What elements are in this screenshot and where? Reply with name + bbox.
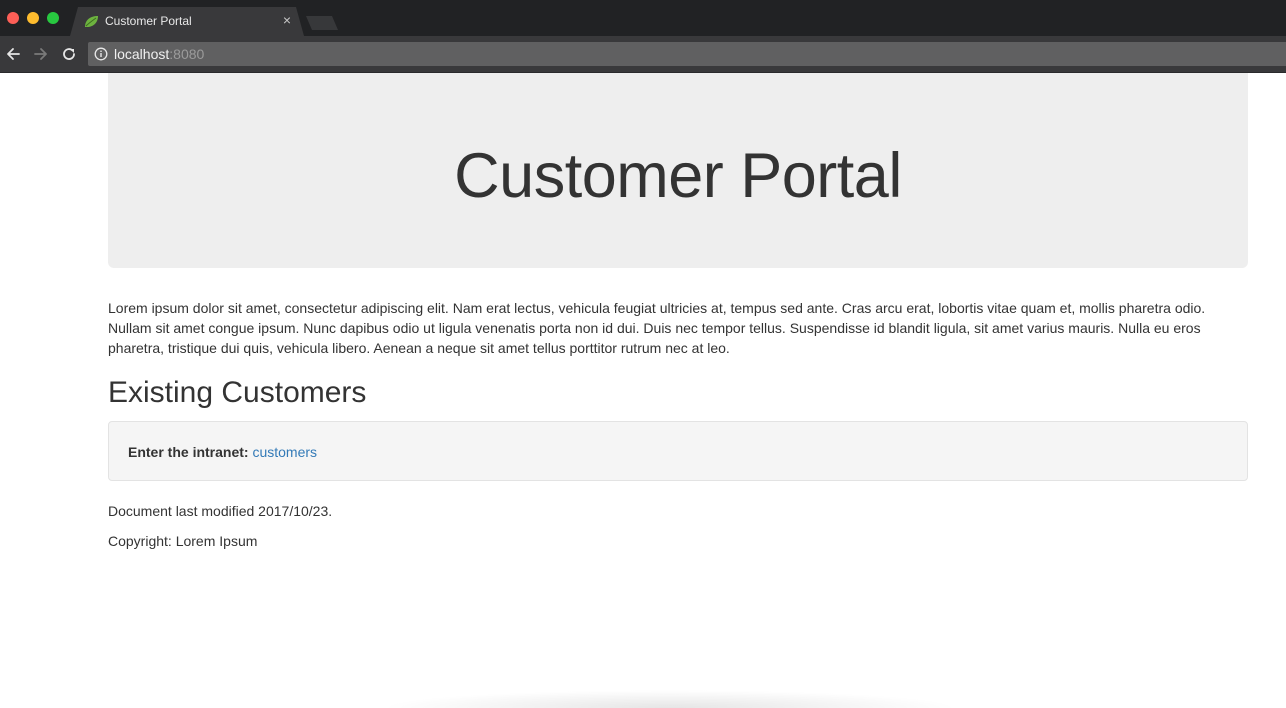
window-zoom-dot[interactable] — [47, 12, 59, 24]
url-port: :8080 — [169, 46, 205, 62]
section-title: Existing Customers — [108, 376, 367, 409]
window-close-dot[interactable] — [7, 12, 19, 24]
browser-tab-strip: Customer Portal × — [0, 0, 1286, 36]
new-tab-button[interactable] — [306, 16, 338, 30]
customers-link[interactable]: customers — [252, 444, 317, 460]
reload-icon[interactable] — [61, 46, 77, 62]
copyright-text: Copyright: Lorem Ipsum — [108, 533, 258, 549]
info-icon[interactable] — [94, 47, 108, 61]
address-bar[interactable]: localhost:8080 — [88, 42, 1286, 66]
browser-toolbar: localhost:8080 — [0, 36, 1286, 73]
page-content: Customer Portal Lorem ipsum dolor sit am… — [0, 73, 1286, 708]
browser-tab-customer-portal[interactable]: Customer Portal × — [70, 7, 304, 36]
intranet-label: Enter the intranet: — [128, 444, 249, 460]
spring-leaf-icon — [84, 15, 99, 28]
arrow-right-icon[interactable] — [33, 46, 49, 62]
intro-paragraph: Lorem ipsum dolor sit amet, consectetur … — [108, 300, 1206, 356]
address-url: localhost:8080 — [114, 46, 204, 62]
intranet-well: Enter the intranet: customers — [108, 421, 1248, 481]
jumbotron: Customer Portal — [108, 73, 1248, 268]
page-title: Customer Portal — [454, 141, 902, 211]
tab-close-icon[interactable]: × — [280, 13, 294, 27]
bottom-shadow — [380, 690, 960, 708]
tab-title: Customer Portal — [105, 14, 192, 28]
arrow-left-icon[interactable] — [5, 46, 21, 62]
url-host: localhost — [114, 46, 170, 62]
window-minimize-dot[interactable] — [27, 12, 39, 24]
last-modified-text: Document last modified 2017/10/23. — [108, 503, 333, 519]
intranet-line: Enter the intranet: customers — [128, 442, 317, 462]
